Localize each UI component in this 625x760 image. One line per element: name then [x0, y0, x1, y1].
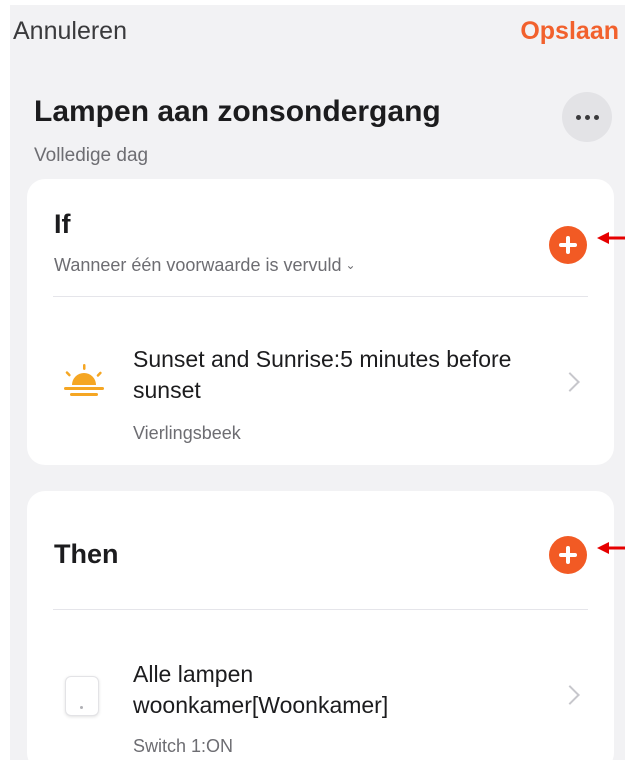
chevron-right-icon — [560, 685, 580, 705]
action-state: Switch 1:ON — [133, 736, 234, 756]
condition-mode-dropdown[interactable]: Wanneer één voorwaarde is vervuld ⌄ — [54, 255, 356, 276]
action-item[interactable]: Alle lampen woonkamer[Woonkamer] Switch … — [27, 610, 614, 760]
if-card: If Wanneer één voorwaarde is vervuld ⌄ Su… — [27, 179, 614, 465]
action-title: Alle lampen woonkamer[Woonkamer] — [133, 661, 389, 718]
annotation-arrow-icon — [597, 232, 625, 244]
add-condition-button[interactable] — [549, 226, 587, 264]
switch-device-icon — [65, 676, 99, 716]
sunset-icon — [64, 364, 104, 396]
annotation-arrow-icon — [597, 542, 625, 554]
cancel-button[interactable]: Annuleren — [13, 17, 127, 46]
more-horizontal-icon — [575, 114, 581, 120]
condition-location: Vierlingsbeek — [133, 423, 241, 443]
add-action-button[interactable] — [549, 536, 587, 574]
more-options-button[interactable] — [562, 92, 612, 142]
then-card: Then Alle lampen woonkamer[Woonkamer] Sw… — [27, 491, 614, 760]
save-button[interactable]: Opslaan — [520, 17, 619, 46]
then-section-title: Then — [54, 539, 119, 569]
if-section-title: If — [54, 209, 71, 239]
scene-title: Lampen aan zonsondergang — [34, 95, 441, 128]
scene-schedule[interactable]: Volledige dag — [34, 145, 148, 167]
condition-mode-label: Wanneer één voorwaarde is vervuld — [54, 255, 342, 275]
condition-item[interactable]: Sunset and Sunrise:5 minutes before suns… — [27, 297, 614, 457]
condition-title: Sunset and Sunrise:5 minutes before suns… — [133, 346, 512, 403]
chevron-down-icon: ⌄ — [345, 258, 356, 272]
scene-editor-screen: Annuleren Opslaan Lampen aan zonsonderga… — [10, 5, 625, 760]
chevron-right-icon — [560, 372, 580, 392]
